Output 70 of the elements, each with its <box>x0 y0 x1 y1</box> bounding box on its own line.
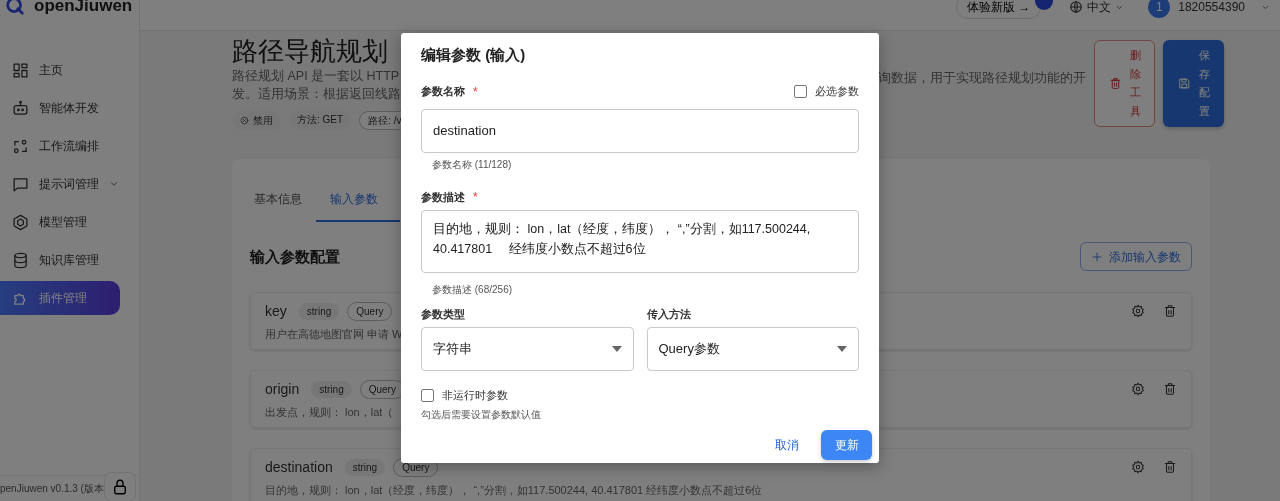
robot-icon <box>12 99 29 117</box>
method-select[interactable]: Query参数 <box>646 326 859 371</box>
cancel-button[interactable]: 取消 <box>769 435 805 456</box>
delete-tool-button[interactable]: 删除工具 <box>1094 39 1155 127</box>
field-label: 参数名称 <box>421 84 465 100</box>
type-tag: string <box>311 380 352 398</box>
hexagon-icon <box>12 213 29 231</box>
field-label: 传入方法 <box>646 306 691 322</box>
save-config-button[interactable]: 保存配置 <box>1163 39 1224 127</box>
language-selector[interactable]: 中文 <box>1069 0 1125 16</box>
user-menu[interactable]: 1820554390 <box>1178 0 1270 16</box>
parameter-name: origin <box>265 379 300 399</box>
method-tag: Query <box>347 301 393 321</box>
sidebar-item[interactable]: 工作流编排 <box>0 129 120 163</box>
database-icon <box>12 251 29 269</box>
update-button[interactable]: 更新 <box>821 430 872 461</box>
helper-text: 参数名称 (11/128) <box>431 157 513 172</box>
type-tag: string <box>298 302 340 320</box>
required-mark: * <box>473 83 478 101</box>
type-tag: string <box>344 458 386 476</box>
helper-text: 参数描述 (68/256) <box>431 282 514 297</box>
field-label: 参数类型 <box>421 306 465 322</box>
type-select[interactable]: 字符串 <box>421 326 634 371</box>
new-version-button[interactable]: 体验新版 → <box>955 0 1042 19</box>
description-text: 发。适用场景：根据返回线路 <box>232 85 402 103</box>
trash-icon[interactable] <box>1163 382 1177 397</box>
plus-icon <box>1091 250 1103 263</box>
name-input[interactable]: destination <box>421 108 859 153</box>
grid-icon <box>12 61 29 79</box>
floppy-icon <box>1177 76 1191 90</box>
page-title: 路径导航规划 <box>232 34 389 67</box>
user-avatar[interactable]: 1 <box>1148 0 1171 18</box>
method-tag: 方法: GET <box>289 110 352 130</box>
parameter-description: 目的地，规则： lon，lat（经度，纬度）， “,”分割，如117.500244, 40.417801 经纬度小数点不超过6位 <box>265 482 763 498</box>
parameter-description: 出发点，规则： lon，lat（ <box>265 404 394 420</box>
settings-icon[interactable] <box>1131 382 1145 397</box>
status-tag: 禁用 <box>232 110 281 130</box>
trash-icon[interactable] <box>1163 460 1177 475</box>
section-heading: 输入参数配置 <box>250 246 340 267</box>
description-text: 询数据，用于实现路径规划功能的开 <box>878 69 1086 87</box>
sidebar-item[interactable]: 智能体开发 <box>0 91 120 125</box>
sidebar-item[interactable]: 插件管理 <box>0 281 120 315</box>
sidebar-item[interactable]: 知识库管理 <box>0 243 120 277</box>
sidebar-item[interactable]: 提示词管理 <box>0 167 120 201</box>
required-mark: * <box>473 188 478 206</box>
sidebar-item[interactable]: 模型管理 <box>0 205 120 239</box>
logo-icon <box>4 0 26 17</box>
version-text: penJiuwen v0.1.3 (版本 <box>0 482 104 496</box>
helper-text: 勾选后需要设置参数默认值 <box>421 408 542 423</box>
workflow-icon <box>12 137 29 155</box>
parameter-name: key <box>265 301 287 321</box>
globe-icon <box>1069 0 1084 14</box>
checkbox[interactable]: 必选参数 <box>794 83 859 100</box>
cancel-icon <box>240 115 249 125</box>
trash-icon <box>1108 76 1122 90</box>
parameter-name: destination <box>265 457 333 477</box>
trash-icon[interactable] <box>1163 304 1177 319</box>
settings-icon[interactable] <box>1131 460 1145 475</box>
dialog-title: 编辑参数 (输入) <box>421 45 527 65</box>
lock-button[interactable] <box>103 471 136 501</box>
field-label: 参数描述 <box>421 189 465 205</box>
sidebar-item[interactable]: 主页 <box>0 53 120 87</box>
dropdown-caret-icon <box>837 345 847 352</box>
dropdown-caret-icon <box>611 345 622 352</box>
tab[interactable]: 基本信息 <box>240 177 316 222</box>
chat-icon <box>12 175 29 193</box>
settings-icon[interactable] <box>1131 304 1145 319</box>
add-parameter-button[interactable]: 添加输入参数 <box>1080 242 1192 272</box>
description-input[interactable]: 目的地，规则： lon，lat（经度，纬度）， “,”分割，如117.500244, 40.417801 经纬度小数点不超过6位 <box>421 209 859 273</box>
checkbox[interactable]: 非运行时参数 <box>421 386 859 404</box>
